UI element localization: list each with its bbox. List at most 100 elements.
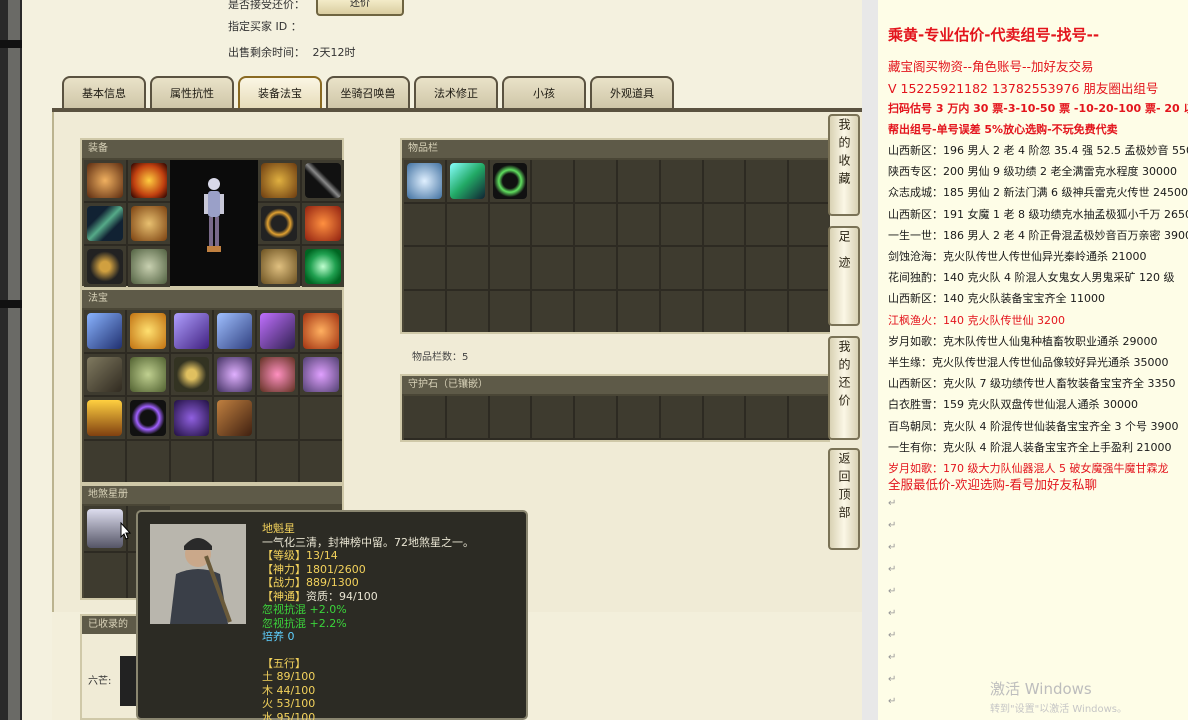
inventory-slot[interactable] [575,290,616,332]
inventory-slot[interactable] [617,247,659,289]
inventory-slot[interactable] [404,247,445,289]
treasure-slot[interactable] [84,310,126,352]
inventory-slot[interactable] [703,290,745,332]
inventory-slot[interactable] [660,160,702,202]
treasure-slot[interactable] [257,353,299,395]
tab-child[interactable]: 小孩 [502,76,586,108]
doc-listing-line[interactable]: 剑蚀沧海：克火队传世人传世仙异光秦岭通杀 21000 [888,248,1147,264]
treasure-slot[interactable] [300,397,342,439]
doc-listing-line[interactable]: 一生一世：186 男人 2 老 4 阶正骨混孟极妙音百万亲密 3900 [888,227,1188,243]
doc-listing-line[interactable]: 百鸟朝凤：克火队 4 阶混传世仙装备宝宝齐全 3 个号 3900 [888,418,1178,434]
doc-listing-line[interactable]: 一生有你：克火队 4 阶混人装备宝宝齐全上手盈利 21000 [888,439,1171,455]
tab-basic-info[interactable]: 基本信息 [62,76,146,108]
treasure-slot[interactable] [300,310,342,352]
counter-offer-button[interactable]: 还价 [316,0,404,16]
inventory-slot[interactable] [532,160,574,202]
inventory-slot[interactable] [617,160,659,202]
treasure-slot[interactable] [213,397,256,439]
doc-phone-line[interactable]: V 15225921182 13782553976 朋友圈出组号 [888,78,1158,97]
inventory-slot[interactable] [489,290,531,332]
inventory-slot[interactable] [404,290,445,332]
inventory-slot[interactable] [575,247,616,289]
doc-line[interactable]: 藏宝阁买物资--角色账号--加好友交易 [888,56,1094,75]
guardian-slot[interactable] [575,396,616,438]
doc-footer[interactable]: 全服最低价-欢迎选购-看号加好友私聊 [888,474,1097,493]
doc-listing-line[interactable]: 白衣胜雪：159 克火队双盘传世仙混人通杀 30000 [888,396,1138,412]
treasure-slot[interactable] [213,353,256,395]
inventory-slot[interactable] [789,247,830,289]
equipment-slot[interactable] [128,246,170,287]
inventory-slot[interactable] [746,203,788,245]
guardian-slot[interactable] [703,396,745,438]
treasure-slot[interactable] [300,353,342,395]
inventory-slot[interactable] [446,290,488,332]
inventory-slot[interactable] [746,290,788,332]
treasure-slot[interactable] [127,440,169,482]
treasure-slot[interactable] [84,440,126,482]
guardian-slot[interactable] [660,396,702,438]
doc-listing-line[interactable]: 众志成城：185 男仙 2 新法门满 6 级神兵雷克火传世 24500 [888,184,1188,200]
inventory-slot[interactable] [703,247,745,289]
inventory-slot[interactable] [789,160,830,202]
inventory-slot[interactable] [617,203,659,245]
treasure-slot[interactable] [127,353,169,395]
star-slot[interactable] [84,553,126,598]
treasure-slot[interactable] [170,397,212,439]
equipment-slot[interactable] [302,246,344,287]
equipment-slot[interactable] [128,203,170,244]
doc-listing-line[interactable]: 山西新区：140 克火队装备宝宝齐全 11000 [888,290,1105,306]
guardian-slot[interactable] [446,396,488,438]
tab-spell-correction[interactable]: 法术修正 [414,76,498,108]
inventory-slot[interactable] [446,160,488,202]
treasure-slot[interactable] [170,440,212,482]
equipment-slot[interactable] [84,203,126,244]
back-to-top-button[interactable]: 返回顶部 [828,448,860,550]
doc-listing-line[interactable]: 山西新区：191 女魔 1 老 8 级功绩克水抽孟极狐小千万 2650 [888,206,1188,222]
my-favorites-button[interactable]: 我的收藏 [828,114,860,216]
inventory-slot[interactable] [660,247,702,289]
inventory-slot[interactable] [489,203,531,245]
tab-mounts-pets[interactable]: 坐骑召唤兽 [326,76,410,108]
my-counter-offers-button[interactable]: 我的还价 [828,336,860,440]
doc-line[interactable]: 扫码估号 3 万内 30 票-3-10-50 票 -10-20-100 票- 2… [888,100,1188,116]
guardian-slot[interactable] [532,396,574,438]
equipment-slot[interactable] [128,160,170,201]
equipment-slot[interactable] [258,160,300,201]
doc-listing-line[interactable]: 半生缘：克火队传世混人传世仙品像较好异光通杀 35000 [888,354,1169,370]
inventory-slot[interactable] [575,160,616,202]
guardian-slot[interactable] [489,396,531,438]
inventory-slot[interactable] [789,290,830,332]
inventory-slot[interactable] [660,203,702,245]
inventory-slot[interactable] [532,247,574,289]
equipment-slot[interactable] [258,246,300,287]
inventory-slot[interactable] [532,203,574,245]
guardian-slot[interactable] [789,396,830,438]
treasure-slot[interactable] [127,310,169,352]
treasure-slot[interactable] [84,353,126,395]
footprints-button[interactable]: 足迹 [828,226,860,326]
inventory-slot[interactable] [746,160,788,202]
treasure-slot[interactable] [170,310,212,352]
treasure-slot[interactable] [170,353,212,395]
tab-equipment-treasure[interactable]: 装备法宝 [238,76,322,108]
equipment-slot[interactable] [258,203,300,244]
inventory-slot[interactable] [489,247,531,289]
inventory-slot[interactable] [617,290,659,332]
doc-listing-line[interactable]: 山西新区：克火队 7 级功绩传世人畜牧装备宝宝齐全 3350 [888,375,1175,391]
inventory-slot[interactable] [404,160,445,202]
equipment-slot[interactable] [302,160,344,201]
inventory-slot[interactable] [404,203,445,245]
doc-line[interactable]: 帮出组号-单号误差 5%放心选购-不玩免费代卖 [888,121,1118,137]
guardian-slot[interactable] [746,396,788,438]
doc-title[interactable]: 乘黄-专业估价-代卖组号-找号-- [888,24,1099,45]
equipment-slot[interactable] [302,203,344,244]
doc-listing-line[interactable]: 江枫渔火：140 克火队传世仙 3200 [888,312,1065,328]
guardian-slot[interactable] [617,396,659,438]
doc-listing-line[interactable]: 陕西专区：200 男仙 9 级功绩 2 老全满雷克水程度 30000 [888,163,1177,179]
inventory-slot[interactable] [532,290,574,332]
equipment-slot[interactable] [84,160,126,201]
inventory-slot[interactable] [703,160,745,202]
inventory-slot[interactable] [575,203,616,245]
equipment-slot[interactable] [84,246,126,287]
guardian-slot[interactable] [404,396,445,438]
